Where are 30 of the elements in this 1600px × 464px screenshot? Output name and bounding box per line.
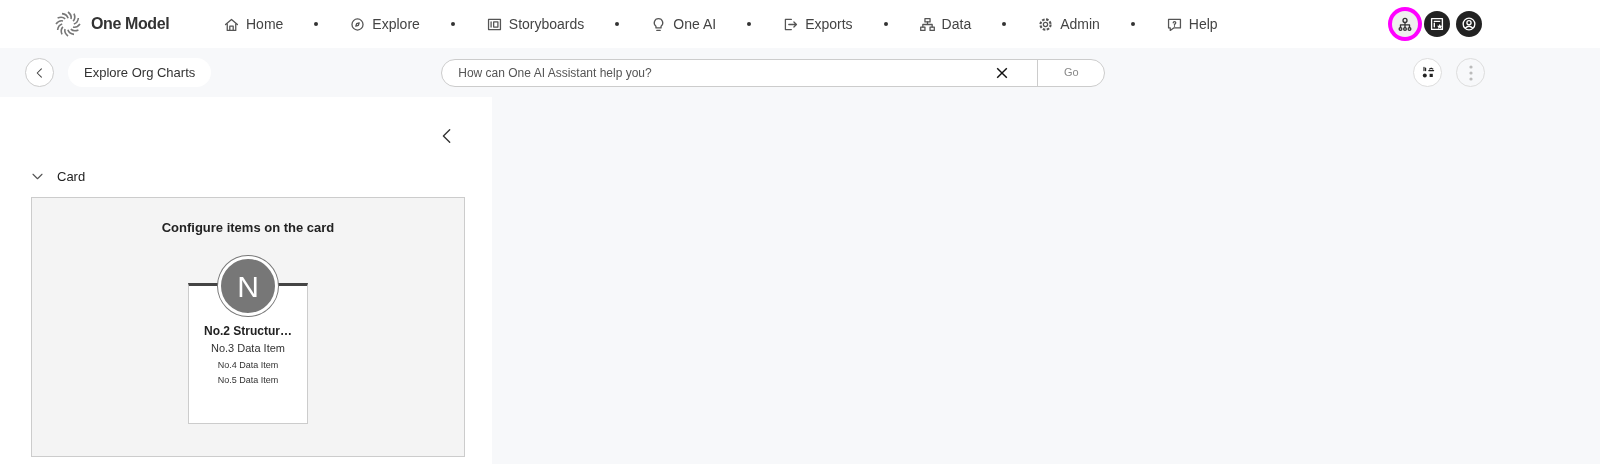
search-field[interactable]: How can One AI Assistant help you? Go — [441, 58, 1106, 87]
header-button[interactable] — [1392, 11, 1418, 37]
nav-link[interactable]: Admin — [1037, 13, 1100, 35]
card-field: No.3 Data Item — [211, 340, 285, 357]
card-field: No.4 Data Item — [217, 358, 279, 372]
nav-link[interactable]: Data — [918, 13, 972, 35]
compass-icon — [349, 15, 367, 33]
header-button[interactable] — [1424, 11, 1450, 37]
go-button[interactable]: Go — [1037, 58, 1105, 87]
nav-link[interactable]: Help — [1165, 13, 1218, 35]
nav-link[interactable]: One AI — [650, 13, 717, 35]
org-chart-icon — [1396, 15, 1414, 33]
settings-icon — [1037, 15, 1055, 33]
user-icon — [1460, 15, 1478, 33]
hierarchy-icon — [918, 15, 936, 33]
card-title: No.2 Structur… — [204, 323, 292, 340]
card-field: No.5 Data Item — [217, 374, 279, 388]
nav-link[interactable]: Exports — [782, 13, 853, 35]
avatar: N — [218, 256, 278, 316]
brand-name: One Model — [91, 14, 170, 34]
header-button[interactable] — [1456, 11, 1482, 37]
logo-icon — [53, 9, 83, 39]
section-header[interactable]: Card — [30, 167, 492, 187]
nav-link[interactable]: Home — [223, 13, 284, 35]
chart-options-button[interactable] — [1413, 58, 1442, 87]
page-title: Explore Org Charts — [68, 57, 212, 88]
nav-link[interactable]: Explore — [349, 13, 420, 35]
panel-heading: Configure items on the card — [161, 218, 335, 237]
nav-link[interactable]: Storyboards — [485, 13, 585, 35]
more-icon — [1468, 64, 1473, 81]
